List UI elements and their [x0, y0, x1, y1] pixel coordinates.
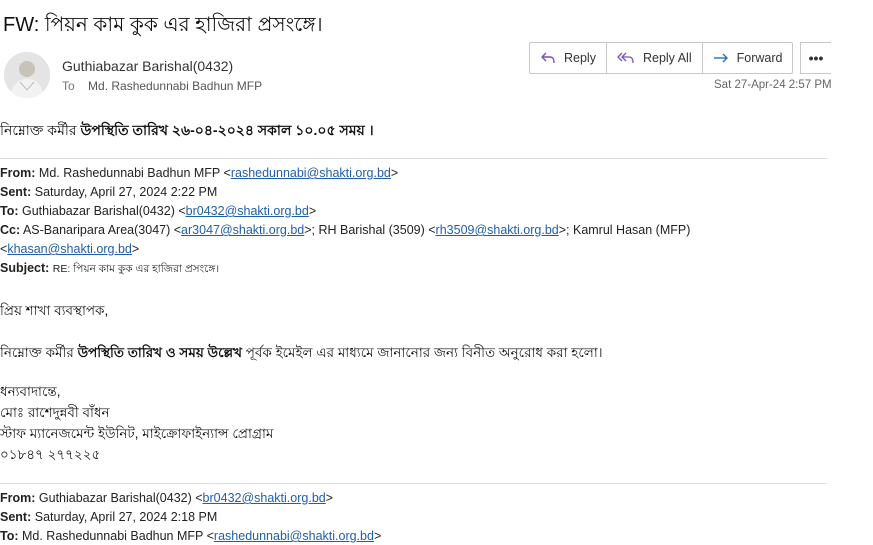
fwd1-sent-value: Saturday, April 27, 2024 2:22 PM: [34, 185, 218, 199]
main-message: নিম্নোক্ত কর্মীর উপস্থিতি তারিখ ও সময় উ…: [0, 342, 603, 365]
recipient-name[interactable]: Md. Rashedunnabi Badhun MFP: [88, 79, 262, 93]
fwd2-to-end: >: [373, 529, 382, 543]
signature-line: ০১৮৪৭ ২৭৭২২৫: [0, 447, 101, 462]
fwd1-from-end: >: [390, 166, 399, 180]
fwd1-cc-c-end: >: [131, 242, 140, 256]
intro-line: নিম্নোক্ত কর্মীর উপস্থিতি তারিখ ২৬-০৪-২০…: [0, 119, 374, 143]
fwd2-sent: Sent: Saturday, April 27, 2024 2:18 PM: [0, 508, 217, 526]
fwd2-to-name: Md. Rashedunnabi Badhun MFP <: [22, 529, 214, 543]
signature-line: মোঃ রাশেদুন্নবী বাঁধন: [0, 405, 110, 420]
fwd1-from-email-link[interactable]: rashedunnabi@shakti.org.bd: [231, 166, 391, 180]
fwd2-to: To: Md. Rashedunnabi Badhun MFP <rashedu…: [0, 527, 381, 545]
reply-all-label: Reply All: [642, 51, 692, 65]
fwd1-subject-value: RE: পিয়ন কাম কুক এর হাজিরা প্রসংঙ্গে।: [52, 263, 220, 275]
intro-prefix: নিম্নোক্ত কর্মীর: [0, 122, 81, 138]
fwd1-sent: Sent: Saturday, April 27, 2024 2:22 PM: [0, 183, 217, 201]
fwd1-cc: Cc: AS-Banaripara Area(3047) <ar3047@sha…: [0, 221, 690, 239]
fwd2-from-label: From:: [0, 491, 36, 505]
forward-label: Forward: [736, 51, 783, 65]
fwd1-from-name: Md. Rashedunnabi Badhun MFP <: [38, 166, 231, 180]
more-actions-button[interactable]: •••: [800, 42, 831, 74]
fwd1-to: To: Guthiabazar Barishal(0432) <br0432@s…: [0, 202, 316, 220]
forward-button[interactable]: Forward: [703, 43, 793, 73]
avatar[interactable]: [4, 52, 50, 98]
fwd1-cc-cont: <khasan@shakti.org.bd>: [0, 240, 139, 258]
signature-line: ধন্যবাদান্তে,: [0, 384, 61, 399]
greeting: প্রিয় শাখা ব্যবস্থাপক,: [0, 303, 109, 318]
fwd1-cc-b-email-link[interactable]: rh3509@shakti.org.bd: [436, 223, 559, 237]
avatar-photo-icon: [4, 52, 50, 98]
fwd1-to-end: >: [308, 204, 317, 218]
signature-line: স্টাফ ম্যানেজমেন্ট ইউনিট, মাইক্রোফাইন্যা…: [0, 426, 274, 441]
reply-icon: [541, 52, 555, 64]
reply-all-button[interactable]: Reply All: [607, 43, 703, 73]
fwd2-to-email-link[interactable]: rashedunnabi@shakti.org.bd: [214, 529, 374, 543]
main-bold: উপস্থিতি তারিখ ও সময় উল্লেখ: [77, 345, 242, 360]
to-label: To: [62, 79, 75, 93]
fwd1-cc-a: AS-Banaripara Area(3047) <: [22, 223, 182, 237]
fwd1-to-name: Guthiabazar Barishal(0432) <: [22, 204, 186, 218]
fwd1-cc-a-email-link[interactable]: ar3047@shakti.org.bd: [181, 223, 304, 237]
message-actions: Reply Reply All Forward: [529, 42, 794, 74]
fwd1-cc-label: Cc:: [0, 223, 21, 237]
fwd1-cc-c-email-link[interactable]: khasan@shakti.org.bd: [7, 242, 132, 256]
fwd1-from-label: From:: [0, 166, 36, 180]
main-prefix: নিম্নোক্ত কর্মীর: [0, 345, 78, 360]
sender-name[interactable]: Guthiabazar Barishal(0432): [62, 58, 233, 74]
fwd1-subject-label: Subject:: [0, 261, 50, 275]
email-subject: FW: পিয়ন কাম কুক এর হাজিরা প্রসংঙ্গে।: [3, 14, 323, 36]
fwd2-sent-value: Saturday, April 27, 2024 2:18 PM: [34, 510, 218, 524]
intro-bold: উপস্থিতি তারিখ ২৬-০৪-২০২৪ সকাল ১০.০৫ সময…: [80, 122, 374, 138]
fwd2-to-label: To:: [0, 529, 19, 543]
fwd2-from: From: Guthiabazar Barishal(0432) <br0432…: [0, 489, 333, 507]
reply-button[interactable]: Reply: [530, 43, 607, 73]
divider: [0, 483, 827, 484]
fwd1-cc-c: >; Kamrul Hasan (MFP): [558, 223, 691, 237]
fwd2-from-end: >: [325, 491, 334, 505]
main-suffix: পূর্বক ইমেইল এর মাধ্যমে জানানোর জন্য বিন…: [241, 345, 603, 360]
fwd1-to-label: To:: [0, 204, 19, 218]
fwd1-cc-b: >; RH Barishal (3509) <: [304, 223, 436, 237]
received-date: Sat 27-Apr-24 2:57 PM: [714, 79, 832, 91]
fwd2-sent-label: Sent:: [0, 510, 32, 524]
fwd2-from-name: Guthiabazar Barishal(0432) <: [38, 491, 203, 505]
reply-label: Reply: [564, 51, 596, 65]
fwd1-sent-label: Sent:: [0, 185, 32, 199]
forward-icon: [713, 53, 728, 63]
recipient-line: To Md. Rashedunnabi Badhun MFP: [62, 79, 262, 93]
fwd1-from: From: Md. Rashedunnabi Badhun MFP <rashe…: [0, 164, 398, 182]
divider: [0, 158, 827, 159]
reply-all-icon: [617, 52, 634, 64]
fwd1-subject: Subject: RE: পিয়ন কাম কুক এর হাজিরা প্র…: [0, 259, 219, 278]
fwd2-from-email-link[interactable]: br0432@shakti.org.bd: [203, 491, 326, 505]
fwd1-to-email-link[interactable]: br0432@shakti.org.bd: [186, 204, 309, 218]
